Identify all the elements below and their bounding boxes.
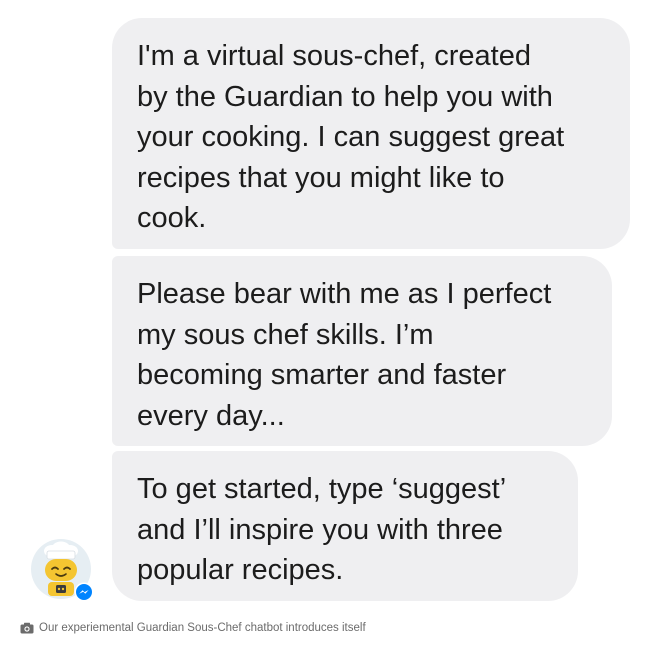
message-bubble: Please bear with me as I perfect my sous… xyxy=(112,256,612,446)
image-caption: Our experiemental Guardian Sous-Chef cha… xyxy=(20,620,366,636)
camera-icon xyxy=(20,622,34,634)
bot-avatar[interactable] xyxy=(30,538,96,604)
message-bubble: I'm a virtual sous-chef, created by the … xyxy=(112,18,630,249)
chat-thread: I'm a virtual sous-chef, created by the … xyxy=(0,0,648,612)
message-bubble: To get started, type ‘suggest’ and I’ll … xyxy=(112,451,578,601)
messenger-icon xyxy=(74,582,94,602)
caption-text: Our experiemental Guardian Sous-Chef cha… xyxy=(39,622,366,634)
